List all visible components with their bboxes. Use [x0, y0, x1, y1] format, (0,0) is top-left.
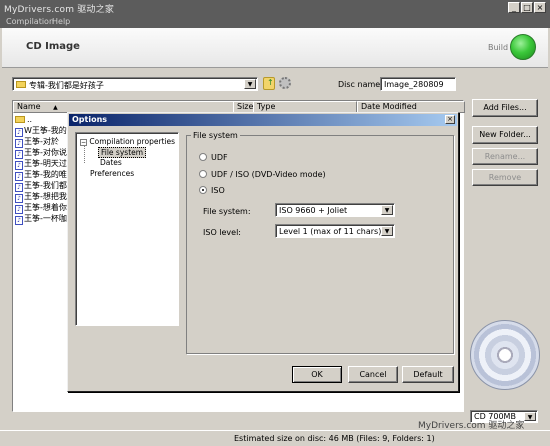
list-item[interactable]: ♪ W王筝-我的: [15, 125, 67, 137]
dialog-close-button[interactable]: ×: [445, 115, 455, 124]
app-titlebar: MyDrivers.com 驱动之家 _ □ ×: [0, 0, 550, 16]
tree-node-label: Preferences: [90, 169, 135, 178]
app-title: MyDrivers.com 驱动之家: [4, 5, 115, 15]
radio-label: UDF / ISO (DVD-Video mode): [211, 170, 326, 179]
gear-icon[interactable]: [279, 77, 291, 89]
list-item[interactable]: ♪ 王筝-对於: [15, 136, 59, 148]
file-name: W王筝-我的: [24, 126, 67, 135]
disc-name-input[interactable]: Image_280809: [380, 77, 456, 91]
tree-node-preferences[interactable]: Preferences: [90, 169, 134, 178]
radio-label: UDF: [211, 153, 228, 162]
menu-bar: Compilation Help: [0, 16, 550, 28]
filesystem-select[interactable]: ISO 9660 + Joliet ▼: [275, 203, 395, 217]
list-item[interactable]: ..: [15, 115, 32, 125]
build-label: Build: [488, 43, 509, 52]
tree-node-file-system[interactable]: File system: [98, 147, 147, 158]
chevron-down-icon[interactable]: ▼: [524, 412, 536, 421]
radio-label: ISO: [211, 186, 225, 195]
menu-compilation[interactable]: Compilation: [6, 17, 54, 26]
file-name: 王筝-想着你: [24, 203, 67, 212]
list-item[interactable]: ♪ 王筝-我们都: [15, 180, 67, 192]
list-item[interactable]: ♪ 王筝-我的唯: [15, 169, 67, 181]
menu-help[interactable]: Help: [52, 17, 70, 26]
file-name: 王筝-对於: [24, 137, 59, 146]
folder-icon: [16, 81, 26, 88]
file-system-group: File system UDF UDF / ISO (DVD-Video mod…: [186, 131, 454, 354]
list-item[interactable]: ♪ 王筝-想着你: [15, 202, 67, 214]
sort-ascending-icon: ▲: [53, 104, 58, 111]
add-files-button[interactable]: Add Files...: [472, 99, 538, 117]
filesystem-value: ISO 9660 + Joliet: [279, 206, 348, 215]
default-button[interactable]: Default: [402, 366, 454, 383]
filesystem-label: File system:: [203, 207, 251, 216]
radio-iso[interactable]: ISO: [199, 186, 225, 195]
tree-node-label: File system: [101, 148, 144, 157]
file-name: 王筝-想把我: [24, 192, 67, 201]
column-name-label: Name: [17, 102, 41, 111]
page-title: CD Image: [26, 41, 80, 52]
status-text: Estimated size on disc: 46 MB (Files: 9,…: [234, 434, 435, 443]
tree-node-label: Dates: [100, 158, 122, 167]
maximize-button[interactable]: □: [521, 2, 533, 13]
radio-udf[interactable]: UDF: [199, 153, 228, 162]
tree-node-compilation-properties[interactable]: − Compilation properties: [80, 137, 175, 146]
header-panel: CD Image Build: [2, 28, 548, 68]
list-item[interactable]: ♪ 王筝-一杯咖: [15, 213, 67, 225]
radio-udf-iso[interactable]: UDF / ISO (DVD-Video mode): [199, 170, 326, 179]
folder-combo-value: 专辑-我们都是好孩子: [29, 81, 104, 90]
folder-up-icon: [15, 116, 25, 123]
cd-disc-icon: [470, 320, 540, 390]
folder-up-icon[interactable]: ↑: [263, 77, 275, 90]
disc-name-label: Disc name:: [338, 80, 383, 89]
options-tree[interactable]: − Compilation properties File system Dat…: [75, 132, 179, 326]
disc-name-value: Image_280809: [384, 80, 444, 89]
column-type-label: Type: [257, 102, 276, 111]
radio-button[interactable]: [199, 186, 207, 194]
chevron-down-icon[interactable]: ▼: [244, 79, 256, 89]
group-label: File system: [191, 131, 240, 140]
iso-level-label: ISO level:: [203, 228, 241, 237]
file-name: 王筝-明天过: [24, 159, 67, 168]
remove-button[interactable]: Remove: [472, 169, 538, 186]
status-bar: Estimated size on disc: 46 MB (Files: 9,…: [0, 430, 550, 446]
new-folder-button[interactable]: New Folder...: [472, 126, 538, 144]
tree-node-label: Compilation properties: [89, 137, 176, 146]
audio-file-icon: ♪: [15, 216, 23, 225]
watermark: MyDrivers.com 驱动之家: [418, 421, 525, 431]
iso-level-select[interactable]: Level 1 (max of 11 chars) ▼: [275, 224, 395, 238]
radio-button[interactable]: [199, 153, 207, 161]
file-name: 王筝-对你说: [24, 148, 67, 157]
build-button[interactable]: [510, 34, 536, 60]
folder-combo[interactable]: 专辑-我们都是好孩子 ▼: [12, 77, 258, 91]
file-name: 王筝-我们都: [24, 181, 67, 190]
file-name: 王筝-我的唯: [24, 170, 67, 179]
column-size-label: Size: [237, 102, 254, 111]
iso-level-value: Level 1 (max of 11 chars): [279, 227, 382, 236]
list-item[interactable]: ♪ 王筝-明天过: [15, 158, 67, 170]
ok-button[interactable]: OK: [292, 366, 342, 383]
radio-button[interactable]: [199, 170, 207, 178]
chevron-down-icon[interactable]: ▼: [381, 205, 393, 215]
tree-node-dates[interactable]: Dates: [100, 158, 122, 167]
file-name: 王筝-一杯咖: [24, 214, 67, 223]
close-button[interactable]: ×: [534, 2, 546, 13]
chevron-down-icon[interactable]: ▼: [381, 226, 393, 236]
column-date-label: Date Modified: [361, 102, 417, 111]
cancel-button[interactable]: Cancel: [348, 366, 398, 383]
dialog-title: Options: [72, 115, 108, 124]
dialog-titlebar: Options ×: [69, 114, 457, 126]
rename-button[interactable]: Rename...: [472, 148, 538, 165]
file-name: ..: [27, 115, 33, 124]
minimize-button[interactable]: _: [508, 2, 520, 13]
tree-line: [84, 145, 85, 163]
list-item[interactable]: ♪ 王筝-想把我: [15, 191, 67, 203]
options-dialog: Options × − Compilation properties File …: [67, 112, 459, 392]
list-item[interactable]: ♪ 王筝-对你说: [15, 147, 67, 159]
